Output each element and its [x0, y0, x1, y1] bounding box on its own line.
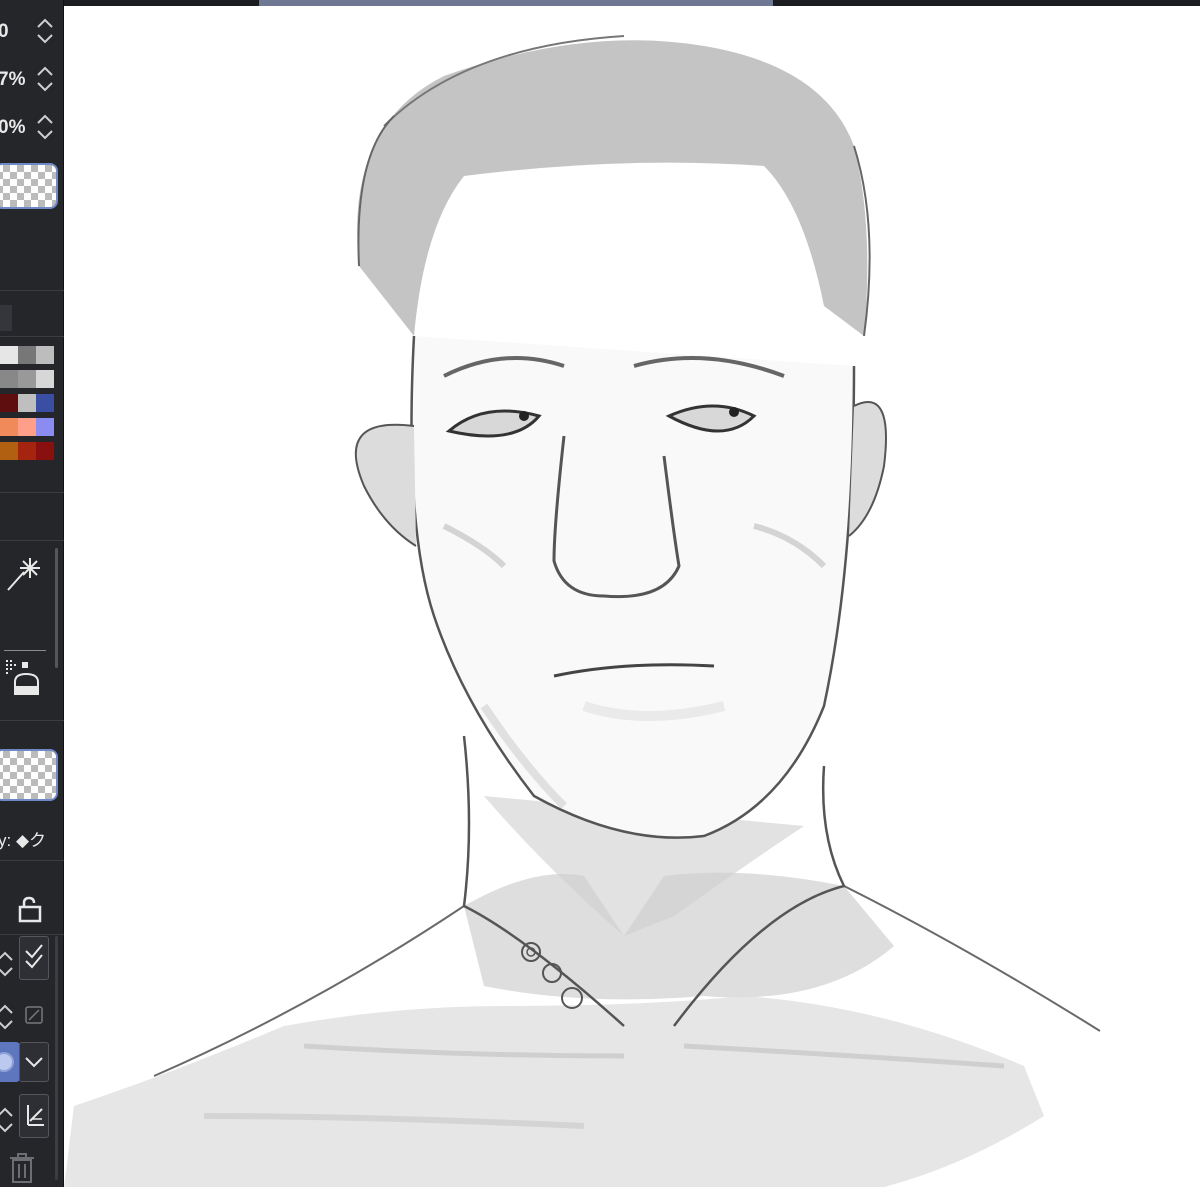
dropdown-button[interactable]: [19, 1042, 49, 1082]
stepper-icon[interactable]: [0, 1001, 14, 1031]
divider: [0, 720, 64, 721]
palette-swatch[interactable]: [36, 346, 54, 364]
pressure-button[interactable]: [19, 1094, 49, 1138]
stepper-icon[interactable]: [0, 948, 14, 978]
stepper-icon[interactable]: [34, 15, 56, 47]
tool-properties-panel: 0 7% 0% y: ◆ク: [0, 0, 64, 1187]
opacity-value: 7%: [0, 69, 26, 90]
stepper-icon[interactable]: [0, 1104, 14, 1134]
divider: [0, 860, 64, 861]
property-label: y: ◆ク: [0, 831, 47, 850]
blend-color-button[interactable]: [0, 1042, 20, 1082]
trash-icon[interactable]: [8, 1152, 36, 1184]
color-palette[interactable]: [0, 346, 54, 470]
palette-swatch[interactable]: [36, 370, 54, 388]
magic-wand-icon[interactable]: [4, 554, 44, 594]
divider: [0, 934, 64, 935]
flow-value: 0%: [0, 117, 26, 138]
divider: [0, 290, 64, 291]
stepper-icon[interactable]: [34, 63, 56, 95]
airbrush-icon[interactable]: [4, 656, 44, 696]
double-check-button[interactable]: [19, 936, 49, 980]
palette-swatch[interactable]: [0, 418, 18, 436]
disabled-icon[interactable]: [24, 1005, 44, 1025]
brush-size-value: 0: [0, 21, 9, 42]
portrait-sketch: [64, 35, 1101, 1187]
palette-swatch[interactable]: [18, 346, 36, 364]
divider: [0, 336, 64, 337]
stepper-icon[interactable]: [34, 111, 56, 143]
palette-swatch[interactable]: [0, 394, 18, 412]
divider: [0, 492, 64, 493]
palette-swatch[interactable]: [0, 346, 18, 364]
palette-swatch[interactable]: [18, 370, 36, 388]
circle-icon: [0, 1052, 14, 1072]
pressure-icon: [27, 1105, 44, 1126]
unlock-icon[interactable]: [16, 895, 44, 923]
palette-swatch[interactable]: [0, 442, 18, 460]
palette-swatch[interactable]: [36, 442, 54, 460]
drawing-canvas[interactable]: [64, 6, 1200, 1187]
palette-swatch[interactable]: [18, 394, 36, 412]
palette-swatch[interactable]: [0, 370, 18, 388]
opacity-row[interactable]: 7%: [0, 59, 64, 99]
layer-scrollbar[interactable]: [55, 936, 58, 1180]
divider: [4, 650, 46, 651]
palette-swatch[interactable]: [18, 442, 36, 460]
transparent-color-swatch[interactable]: [0, 163, 58, 209]
tool-scrollbar[interactable]: [55, 548, 58, 668]
panel-tab[interactable]: [0, 305, 12, 331]
layer-thumbnail[interactable]: [0, 749, 58, 801]
double-check-icon: [25, 944, 43, 969]
flow-row[interactable]: 0%: [0, 107, 64, 147]
chevron-down-icon: [25, 1057, 43, 1068]
palette-swatch[interactable]: [36, 394, 54, 412]
palette-swatch[interactable]: [18, 418, 36, 436]
divider: [0, 540, 64, 541]
brush-size-row[interactable]: 0: [0, 11, 64, 51]
palette-swatch[interactable]: [36, 418, 54, 436]
